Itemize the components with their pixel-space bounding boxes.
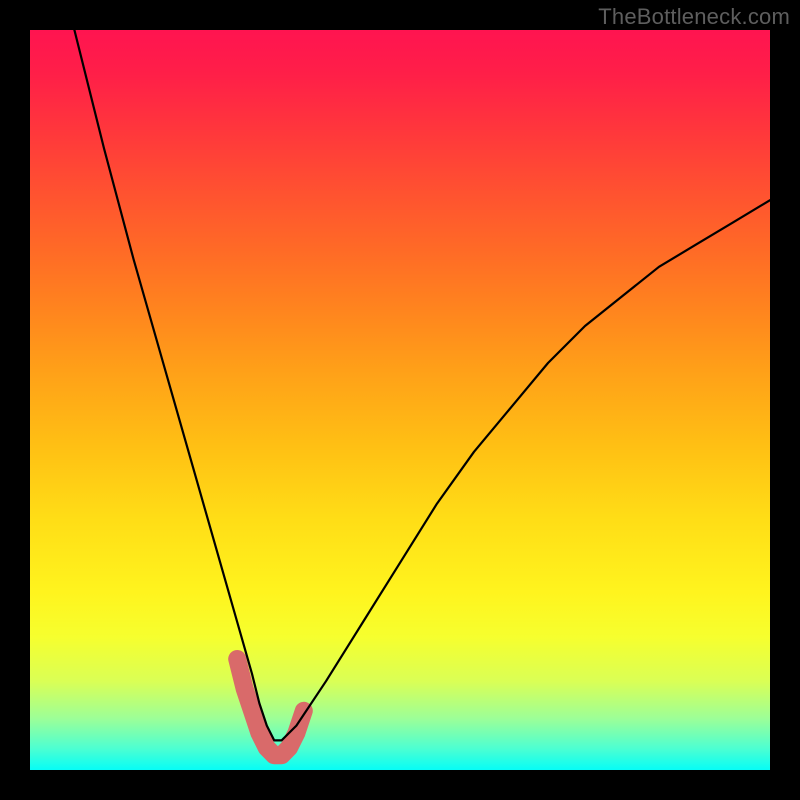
curve-svg	[30, 30, 770, 770]
bottleneck-curve-path	[74, 30, 770, 740]
plot-area	[30, 30, 770, 770]
watermark-text: TheBottleneck.com	[598, 4, 790, 30]
chart-frame: TheBottleneck.com	[0, 0, 800, 800]
highlight-band-path	[237, 659, 304, 755]
